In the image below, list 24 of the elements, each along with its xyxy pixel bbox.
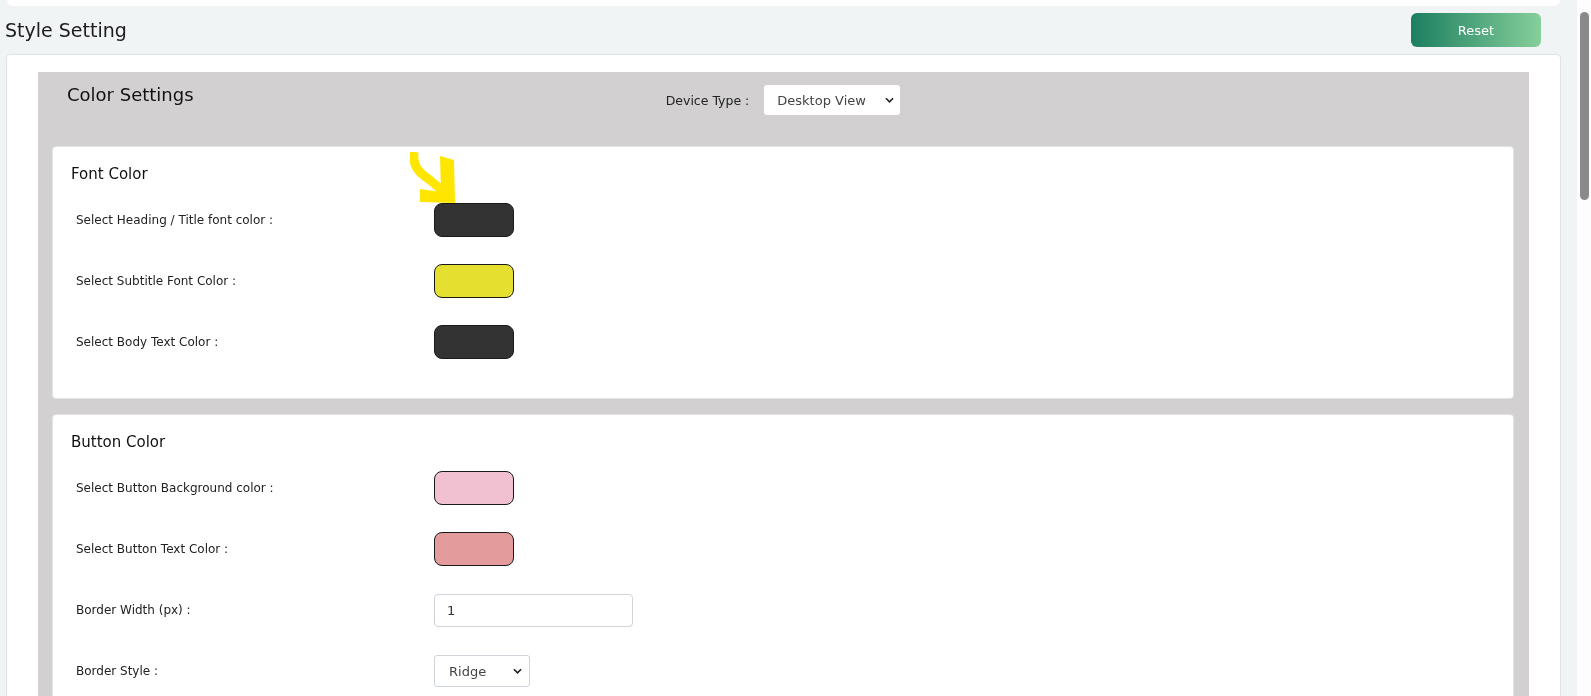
field-label: Select Body Text Color : xyxy=(76,335,220,349)
device-type-label: Device Type : xyxy=(665,92,750,108)
field-label: Select Heading / Title font color : xyxy=(76,213,275,227)
field-label: Select Button Text Color : xyxy=(76,542,230,556)
page-title: Style Setting xyxy=(5,19,127,41)
device-type-select[interactable]: Desktop View xyxy=(764,85,901,115)
color-picker[interactable] xyxy=(434,471,514,505)
field-label: Select Button Background color : xyxy=(76,481,275,495)
curved-arrow-icon xyxy=(410,152,455,204)
number-input[interactable]: 1 xyxy=(434,593,633,627)
scrollbar-thumb[interactable] xyxy=(1580,12,1589,200)
color-picker[interactable] xyxy=(434,264,514,298)
color-picker[interactable] xyxy=(434,325,514,359)
section-title: Button Color xyxy=(71,432,166,453)
color-picker[interactable] xyxy=(434,532,514,566)
field-label: Select Subtitle Font Color : xyxy=(76,274,238,288)
field-label: Border Style : xyxy=(76,664,160,678)
field-label: Border Width (px) : xyxy=(76,603,192,617)
color-picker[interactable] xyxy=(434,203,514,237)
chevron-down-icon xyxy=(513,668,522,674)
panel-title: Color Settings xyxy=(67,83,194,107)
chevron-down-icon xyxy=(885,97,895,103)
dropdown-select[interactable]: Ridge xyxy=(434,655,530,687)
section-title: Font Color xyxy=(71,164,148,185)
